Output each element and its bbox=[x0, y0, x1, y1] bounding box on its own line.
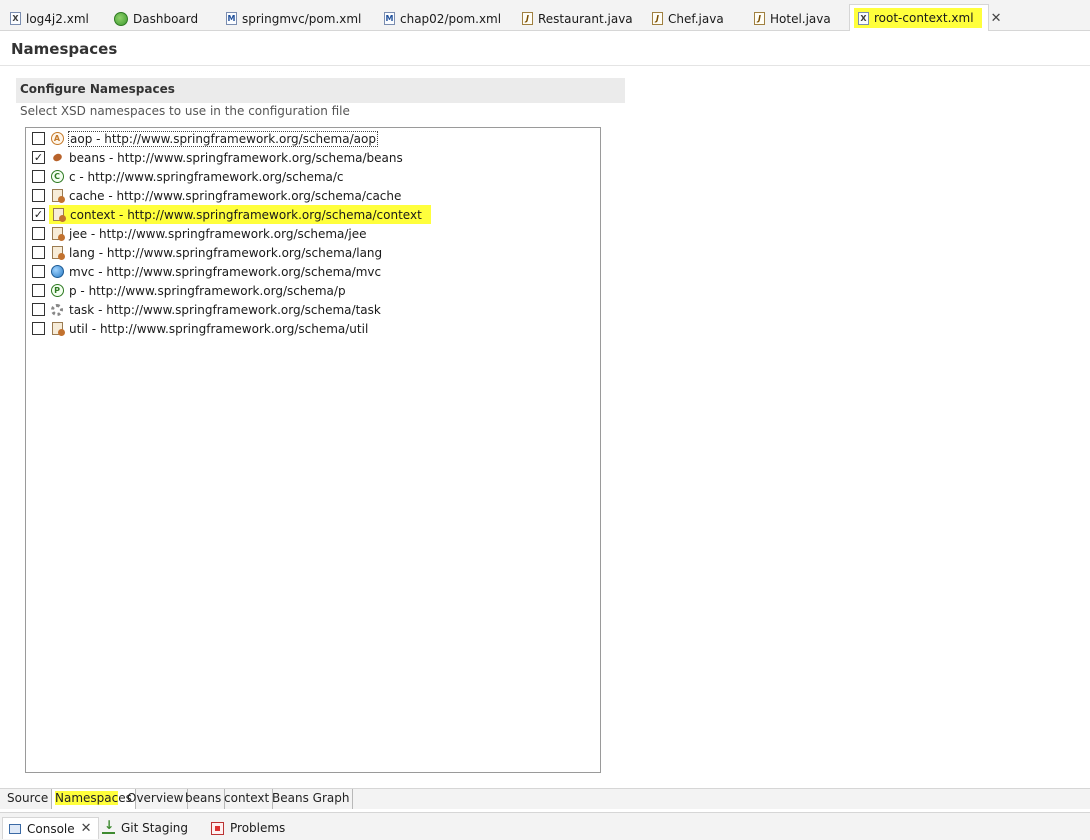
tab-label: Restaurant.java bbox=[538, 11, 633, 26]
namespace-checkbox[interactable] bbox=[32, 284, 45, 297]
page-tab-source[interactable]: Source bbox=[4, 789, 53, 809]
editor-tab-strip: X log4j2.xml Dashboard M springmvc/pom.x… bbox=[0, 0, 1090, 31]
namespace-row-aop[interactable]: A aop - http://www.springframework.org/s… bbox=[32, 129, 378, 148]
namespace-label: jee - http://www.springframework.org/sch… bbox=[69, 226, 367, 241]
view-tab-console[interactable]: Console ✕ bbox=[2, 817, 99, 839]
tab-chap02-pom[interactable]: M chap02/pom.xml bbox=[374, 6, 501, 31]
namespace-label: util - http://www.springframework.org/sc… bbox=[69, 321, 369, 336]
java-file-icon: J bbox=[652, 12, 663, 25]
namespace-checkbox[interactable]: ✓ bbox=[32, 151, 45, 164]
namespace-label: lang - http://www.springframework.org/sc… bbox=[69, 245, 383, 260]
namespace-row-jee[interactable]: jee - http://www.springframework.org/sch… bbox=[32, 224, 368, 243]
tab-root-context-xml[interactable]: X root-context.xml ✕ bbox=[849, 4, 1001, 31]
tab-dashboard[interactable]: Dashboard bbox=[104, 6, 198, 31]
namespace-label: context - http://www.springframework.org… bbox=[70, 207, 422, 222]
console-icon bbox=[9, 823, 21, 834]
close-icon[interactable]: ✕ bbox=[991, 11, 1002, 26]
page-title: Namespaces bbox=[11, 40, 118, 58]
cache-icon bbox=[50, 189, 65, 203]
bean-icon bbox=[50, 151, 64, 165]
tab-label: springmvc/pom.xml bbox=[242, 11, 362, 26]
page-tab-context[interactable]: context bbox=[221, 789, 274, 809]
spring-icon bbox=[114, 11, 128, 26]
page-tab-overview[interactable]: Overview bbox=[124, 789, 188, 809]
tab-highlight: X root-context.xml bbox=[854, 8, 982, 28]
jee-icon bbox=[50, 227, 65, 241]
section-description: Select XSD namespaces to use in the conf… bbox=[20, 104, 350, 118]
view-tab-label: Console bbox=[27, 821, 75, 836]
namespace-label: aop - http://www.springframework.org/sch… bbox=[68, 130, 378, 147]
view-tab-strip: Console ✕ Git Staging Problems bbox=[0, 812, 1090, 840]
view-tab-git-staging[interactable]: Git Staging bbox=[96, 817, 194, 839]
namespace-checkbox[interactable]: ✓ bbox=[32, 208, 45, 221]
tab-label: Chef.java bbox=[668, 11, 724, 26]
java-file-icon: J bbox=[522, 12, 533, 25]
git-staging-icon bbox=[102, 818, 115, 834]
namespace-checkbox[interactable] bbox=[32, 303, 45, 316]
task-icon bbox=[50, 303, 64, 317]
namespace-checkbox[interactable] bbox=[32, 227, 45, 240]
mvc-icon bbox=[50, 265, 64, 279]
tab-label: Dashboard bbox=[133, 11, 199, 26]
tab-label: chap02/pom.xml bbox=[400, 11, 502, 26]
namespace-label: task - http://www.springframework.org/sc… bbox=[69, 302, 381, 317]
namespace-checkbox[interactable] bbox=[32, 322, 45, 335]
editor-window: X log4j2.xml Dashboard M springmvc/pom.x… bbox=[0, 0, 1090, 840]
tab-label: root-context.xml bbox=[874, 11, 974, 25]
page-tab-highlighted-text: Namespac bbox=[55, 791, 119, 805]
namespace-label: c - http://www.springframework.org/schem… bbox=[69, 169, 344, 184]
namespace-checkbox[interactable] bbox=[32, 265, 45, 278]
namespace-checkbox[interactable] bbox=[32, 246, 45, 259]
close-icon[interactable]: ✕ bbox=[81, 821, 92, 836]
namespace-row-p[interactable]: P p - http://www.springframework.org/sch… bbox=[32, 281, 347, 300]
namespace-row-cache[interactable]: cache - http://www.springframework.org/s… bbox=[32, 186, 402, 205]
namespace-label: p - http://www.springframework.org/schem… bbox=[69, 283, 346, 298]
lang-icon bbox=[50, 246, 65, 260]
namespace-list[interactable]: A aop - http://www.springframework.org/s… bbox=[25, 127, 601, 773]
aop-icon: A bbox=[50, 132, 64, 146]
namespace-row-mvc[interactable]: mvc - http://www.springframework.org/sch… bbox=[32, 262, 382, 281]
p-namespace-icon: P bbox=[50, 284, 64, 298]
maven-pom-icon: M bbox=[226, 12, 237, 25]
namespace-row-beans[interactable]: ✓ beans - http://www.springframework.org… bbox=[32, 148, 404, 167]
context-icon bbox=[51, 208, 66, 222]
tab-log4j2-xml[interactable]: X log4j2.xml bbox=[0, 6, 89, 31]
editor-page-tabs: Source Namespaces Overview beans context… bbox=[0, 788, 1090, 809]
namespace-row-util[interactable]: util - http://www.springframework.org/sc… bbox=[32, 319, 369, 338]
view-tab-label: Git Staging bbox=[121, 821, 189, 835]
page-tab-beans-graph[interactable]: Beans Graph bbox=[269, 789, 354, 809]
namespace-highlight: context - http://www.springframework.org… bbox=[49, 205, 431, 224]
section-title: Configure Namespaces bbox=[16, 78, 625, 103]
namespace-checkbox[interactable] bbox=[32, 170, 45, 183]
header-divider bbox=[0, 65, 1090, 66]
namespace-row-c[interactable]: C c - http://www.springframework.org/sch… bbox=[32, 167, 345, 186]
namespace-row-task[interactable]: task - http://www.springframework.org/sc… bbox=[32, 300, 382, 319]
namespace-row-lang[interactable]: lang - http://www.springframework.org/sc… bbox=[32, 243, 383, 262]
page-tab-beans[interactable]: beans bbox=[182, 789, 226, 809]
namespace-checkbox[interactable] bbox=[32, 189, 45, 202]
java-file-icon: J bbox=[754, 12, 765, 25]
problems-icon bbox=[211, 821, 224, 835]
tab-springmvc-pom[interactable]: M springmvc/pom.xml bbox=[216, 6, 361, 31]
view-tab-problems[interactable]: Problems bbox=[205, 817, 291, 839]
tab-restaurant-java[interactable]: J Restaurant.java bbox=[512, 6, 633, 31]
tab-label: Hotel.java bbox=[770, 11, 831, 26]
namespace-label: beans - http://www.springframework.org/s… bbox=[69, 150, 403, 165]
namespace-label: cache - http://www.springframework.org/s… bbox=[69, 188, 402, 203]
namespace-checkbox[interactable] bbox=[32, 132, 45, 145]
tab-hotel-java[interactable]: J Hotel.java bbox=[744, 6, 831, 31]
c-namespace-icon: C bbox=[50, 170, 64, 184]
namespace-row-context[interactable]: ✓ context - http://www.springframework.o… bbox=[32, 205, 431, 224]
maven-pom-icon: M bbox=[384, 12, 395, 25]
xml-file-icon: X bbox=[858, 11, 869, 25]
util-icon bbox=[50, 322, 65, 336]
view-tab-label: Problems bbox=[230, 821, 286, 835]
tab-label: log4j2.xml bbox=[26, 11, 89, 26]
namespace-label: mvc - http://www.springframework.org/sch… bbox=[69, 264, 382, 279]
tab-chef-java[interactable]: J Chef.java bbox=[642, 6, 724, 31]
xml-file-icon: X bbox=[10, 12, 21, 25]
